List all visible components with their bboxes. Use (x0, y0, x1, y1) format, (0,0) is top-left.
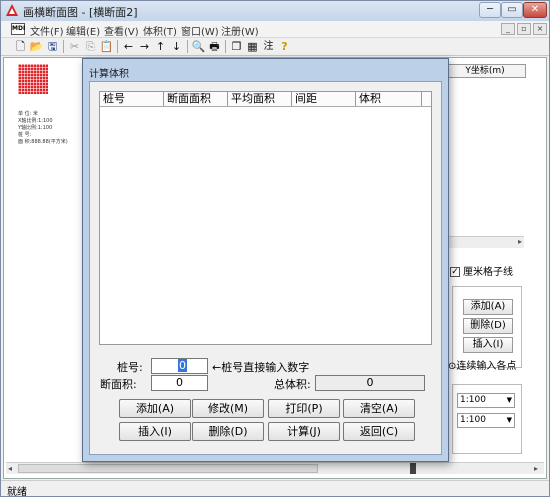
info-y-scale: Y轴比例:1:100 (18, 125, 53, 131)
info-x-scale: X轴比例:1:100 (18, 118, 53, 124)
menu-volume[interactable]: 体积(T) (143, 23, 177, 38)
coordinate-list[interactable] (444, 78, 524, 248)
grid-preview (18, 64, 48, 94)
menu-edit[interactable]: 编辑(E) (66, 23, 100, 38)
volume-list[interactable]: 桩号 断面面积 平均面积 间距 体积 (99, 91, 432, 345)
modify-button[interactable]: 修改(M) (192, 399, 264, 418)
save-icon[interactable]: 🖫 (45, 39, 60, 54)
menu-register[interactable]: 注册(W) (221, 23, 259, 38)
column-section-area[interactable]: 断面面积 (164, 92, 228, 106)
arrow-up-icon[interactable]: ↑ (153, 39, 168, 54)
grid-checkbox[interactable]: ✓ 厘米格子线 (450, 263, 513, 278)
list-scrollbar[interactable]: ▸ (444, 236, 524, 248)
scroll-left-icon[interactable]: ◂ (8, 463, 12, 474)
menu-view[interactable]: 查看(V) (104, 23, 139, 38)
paste-icon[interactable]: 📋 (99, 39, 114, 54)
total-volume-value: 0 (315, 375, 425, 391)
scrollbar-thumb[interactable] (18, 464, 318, 473)
scale-group: 1:100 ▼ 1:100 ▼ (452, 384, 522, 454)
open-icon[interactable]: 📂 (29, 39, 44, 54)
toolbar: 🗋 📂 🖫 ✂ ⎘ 📋 ← → ↑ ↓ 🔍 🖶 ❐ ▦ 注 ? (1, 38, 549, 56)
status-bar: 就绪 (1, 480, 549, 497)
arrow-left-icon[interactable]: ← (121, 39, 136, 54)
chevron-down-icon: ▼ (506, 416, 512, 424)
document-icon[interactable]: MDI (11, 23, 25, 35)
mdi-close-button[interactable]: × (533, 23, 547, 35)
pile-input[interactable]: 0 (151, 358, 208, 374)
title-bar: 画横断面图 - [横断面2] ─ ▭ ✕ (1, 1, 549, 21)
calculate-button[interactable]: 计算(J) (268, 422, 340, 441)
cut-icon[interactable]: ✂ (67, 39, 82, 54)
maximize-button[interactable]: ▭ (501, 2, 523, 18)
delete-point-button[interactable]: 删除(D) (463, 318, 513, 334)
menu-window[interactable]: 窗口(W) (181, 23, 219, 38)
point-button-group: 添加(A) 删除(D) 插入(I) (452, 286, 522, 368)
column-pile[interactable]: 桩号 (100, 92, 164, 106)
continuous-input-radio[interactable]: ⊙连续输入各点 (448, 357, 516, 372)
scroll-position-marker (410, 463, 416, 474)
close-button[interactable]: ✕ (523, 2, 547, 18)
window-icon[interactable]: ❐ (229, 39, 244, 54)
arrow-right-icon[interactable]: → (137, 39, 152, 54)
mdi-restore-button[interactable]: ▫ (517, 23, 531, 35)
dialog-body: 桩号 断面面积 平均面积 间距 体积 桩号: 0 ←桩号直接输入数字 断面积: … (89, 81, 442, 455)
column-volume[interactable]: 体积 (356, 92, 422, 106)
help-icon[interactable]: ? (277, 39, 292, 54)
note-icon[interactable]: 注 (261, 39, 276, 54)
toolbar-separator (117, 40, 118, 53)
x-scale-select[interactable]: 1:100 ▼ (457, 393, 515, 408)
area-input[interactable]: 0 (151, 375, 208, 391)
x-scale-value: 1:100 (460, 395, 486, 405)
print-icon[interactable]: 🖶 (207, 39, 222, 54)
add-point-button[interactable]: 添加(A) (463, 299, 513, 315)
mdi-minimize-button[interactable]: _ (501, 23, 515, 35)
clear-button[interactable]: 清空(A) (343, 399, 415, 418)
grid-icon[interactable]: ▦ (245, 39, 260, 54)
arrow-down-icon[interactable]: ↓ (169, 39, 184, 54)
new-icon[interactable]: 🗋 (13, 39, 28, 54)
info-pile: 桩 号: (18, 132, 32, 138)
scroll-right-icon[interactable]: ▸ (534, 463, 538, 474)
pile-label: 桩号: (117, 361, 143, 374)
column-average-area[interactable]: 平均面积 (228, 92, 292, 106)
preview-icon[interactable]: 🔍 (191, 39, 206, 54)
checkbox-mark-icon[interactable]: ✓ (450, 267, 460, 277)
y-scale-value: 1:100 (460, 415, 486, 425)
grid-checkbox-label: 厘米格子线 (463, 267, 513, 278)
dialog-title: 计算体积 (89, 69, 129, 80)
insert-button[interactable]: 插入(I) (119, 422, 191, 441)
calculate-volume-dialog: 计算体积 桩号 断面面积 平均面积 间距 体积 桩号: 0 ←桩号直接输入数字 … (82, 58, 449, 462)
chevron-down-icon: ▼ (506, 396, 512, 404)
pile-hint: ←桩号直接输入数字 (212, 361, 310, 374)
y-coordinate-header: Y坐标(m) (444, 64, 526, 78)
add-button[interactable]: 添加(A) (119, 399, 191, 418)
app-logo-icon (6, 4, 18, 16)
menu-file[interactable]: 文件(F) (30, 23, 64, 38)
delete-button[interactable]: 删除(D) (192, 422, 264, 441)
column-spacing[interactable]: 间距 (292, 92, 356, 106)
insert-point-button[interactable]: 插入(I) (463, 337, 513, 353)
minimize-button[interactable]: ─ (479, 2, 501, 18)
toolbar-separator (63, 40, 64, 53)
copy-icon[interactable]: ⎘ (83, 39, 98, 54)
list-header: 桩号 断面面积 平均面积 间距 体积 (100, 92, 431, 107)
y-scale-select[interactable]: 1:100 ▼ (457, 413, 515, 428)
status-text: 就绪 (7, 487, 27, 497)
print-button[interactable]: 打印(P) (268, 399, 340, 418)
window-title: 画横断面图 - [横断面2] (23, 6, 138, 19)
area-label: 断面积: (100, 378, 137, 391)
toolbar-separator (187, 40, 188, 53)
menu-bar: MDI 文件(F) 编辑(E) 查看(V) 体积(T) 窗口(W) 注册(W) … (1, 21, 549, 38)
info-area: 面 积:888.88(平方米) (18, 139, 68, 145)
info-unit: 单 位: 米 (18, 111, 38, 117)
total-volume-label: 总体积: (274, 378, 311, 391)
toolbar-separator (225, 40, 226, 53)
pile-value: 0 (178, 359, 187, 372)
horizontal-scrollbar[interactable]: ◂ ▸ (6, 462, 544, 474)
return-button[interactable]: 返回(C) (343, 422, 415, 441)
